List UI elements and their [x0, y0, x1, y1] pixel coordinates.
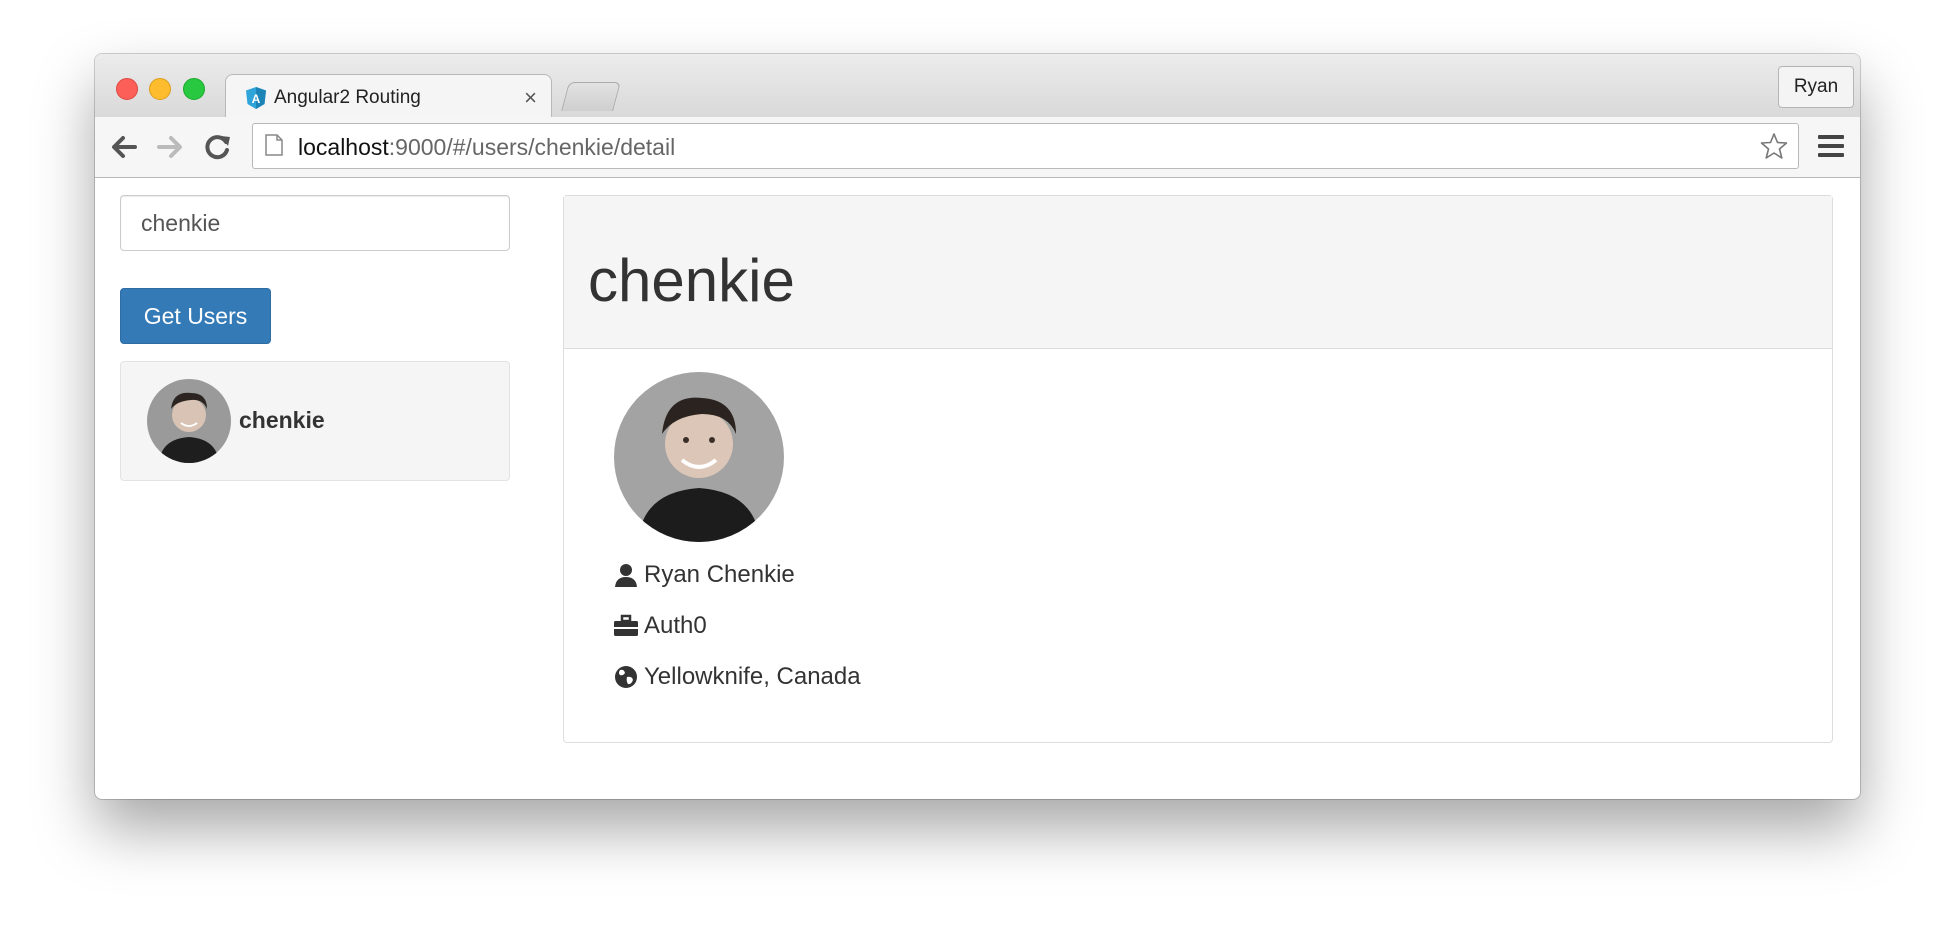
- url-text: localhost:9000/#/users/chenkie/detail: [298, 134, 675, 161]
- avatar: [147, 379, 231, 463]
- tab-close-icon[interactable]: ×: [524, 85, 537, 111]
- browser-tab[interactable]: A Angular2 Routing ×: [225, 74, 552, 119]
- briefcase-icon: [614, 614, 638, 636]
- user-list-item[interactable]: chenkie: [120, 361, 510, 481]
- url-path: :9000/#/users/chenkie/detail: [388, 134, 676, 160]
- globe-icon: [615, 666, 637, 688]
- page-icon: [265, 134, 283, 156]
- panel-heading: chenkie: [564, 196, 1832, 349]
- address-bar[interactable]: localhost:9000/#/users/chenkie/detail: [252, 123, 1799, 169]
- minimize-window-button[interactable]: [149, 78, 171, 100]
- maximize-window-button[interactable]: [183, 78, 205, 100]
- user-detail-panel: chenkie Ryan Chenkie Auth0 Yellowknife, …: [563, 195, 1833, 743]
- detail-name: Ryan Chenkie: [644, 561, 795, 588]
- star-icon[interactable]: [1760, 132, 1788, 160]
- detail-company: Auth0: [644, 612, 707, 639]
- title-bar: A Angular2 Routing × Ryan: [95, 54, 1860, 119]
- tab-title: Angular2 Routing: [274, 87, 421, 108]
- detail-location: Yellowknife, Canada: [644, 663, 861, 690]
- page-title: chenkie: [588, 247, 795, 314]
- page-content: Get Users chenkie chenkie: [95, 178, 1860, 799]
- url-host: localhost: [298, 134, 389, 160]
- browser-window: A Angular2 Routing × Ryan localhost:9000…: [95, 54, 1860, 799]
- profile-button[interactable]: Ryan: [1778, 66, 1854, 108]
- browser-toolbar: localhost:9000/#/users/chenkie/detail: [95, 117, 1860, 178]
- reload-icon[interactable]: [203, 133, 233, 161]
- user-list-name[interactable]: chenkie: [239, 407, 325, 434]
- back-icon[interactable]: [109, 133, 139, 161]
- svg-text:A: A: [252, 92, 261, 106]
- avatar: [614, 372, 784, 542]
- user-icon: [615, 564, 637, 587]
- close-window-button[interactable]: [116, 78, 138, 100]
- forward-icon[interactable]: [155, 133, 185, 161]
- menu-icon[interactable]: [1818, 135, 1844, 157]
- angular-favicon: A: [246, 87, 266, 109]
- new-tab-button[interactable]: [561, 82, 621, 111]
- get-users-button[interactable]: Get Users: [120, 288, 271, 344]
- username-search-input[interactable]: [120, 195, 510, 251]
